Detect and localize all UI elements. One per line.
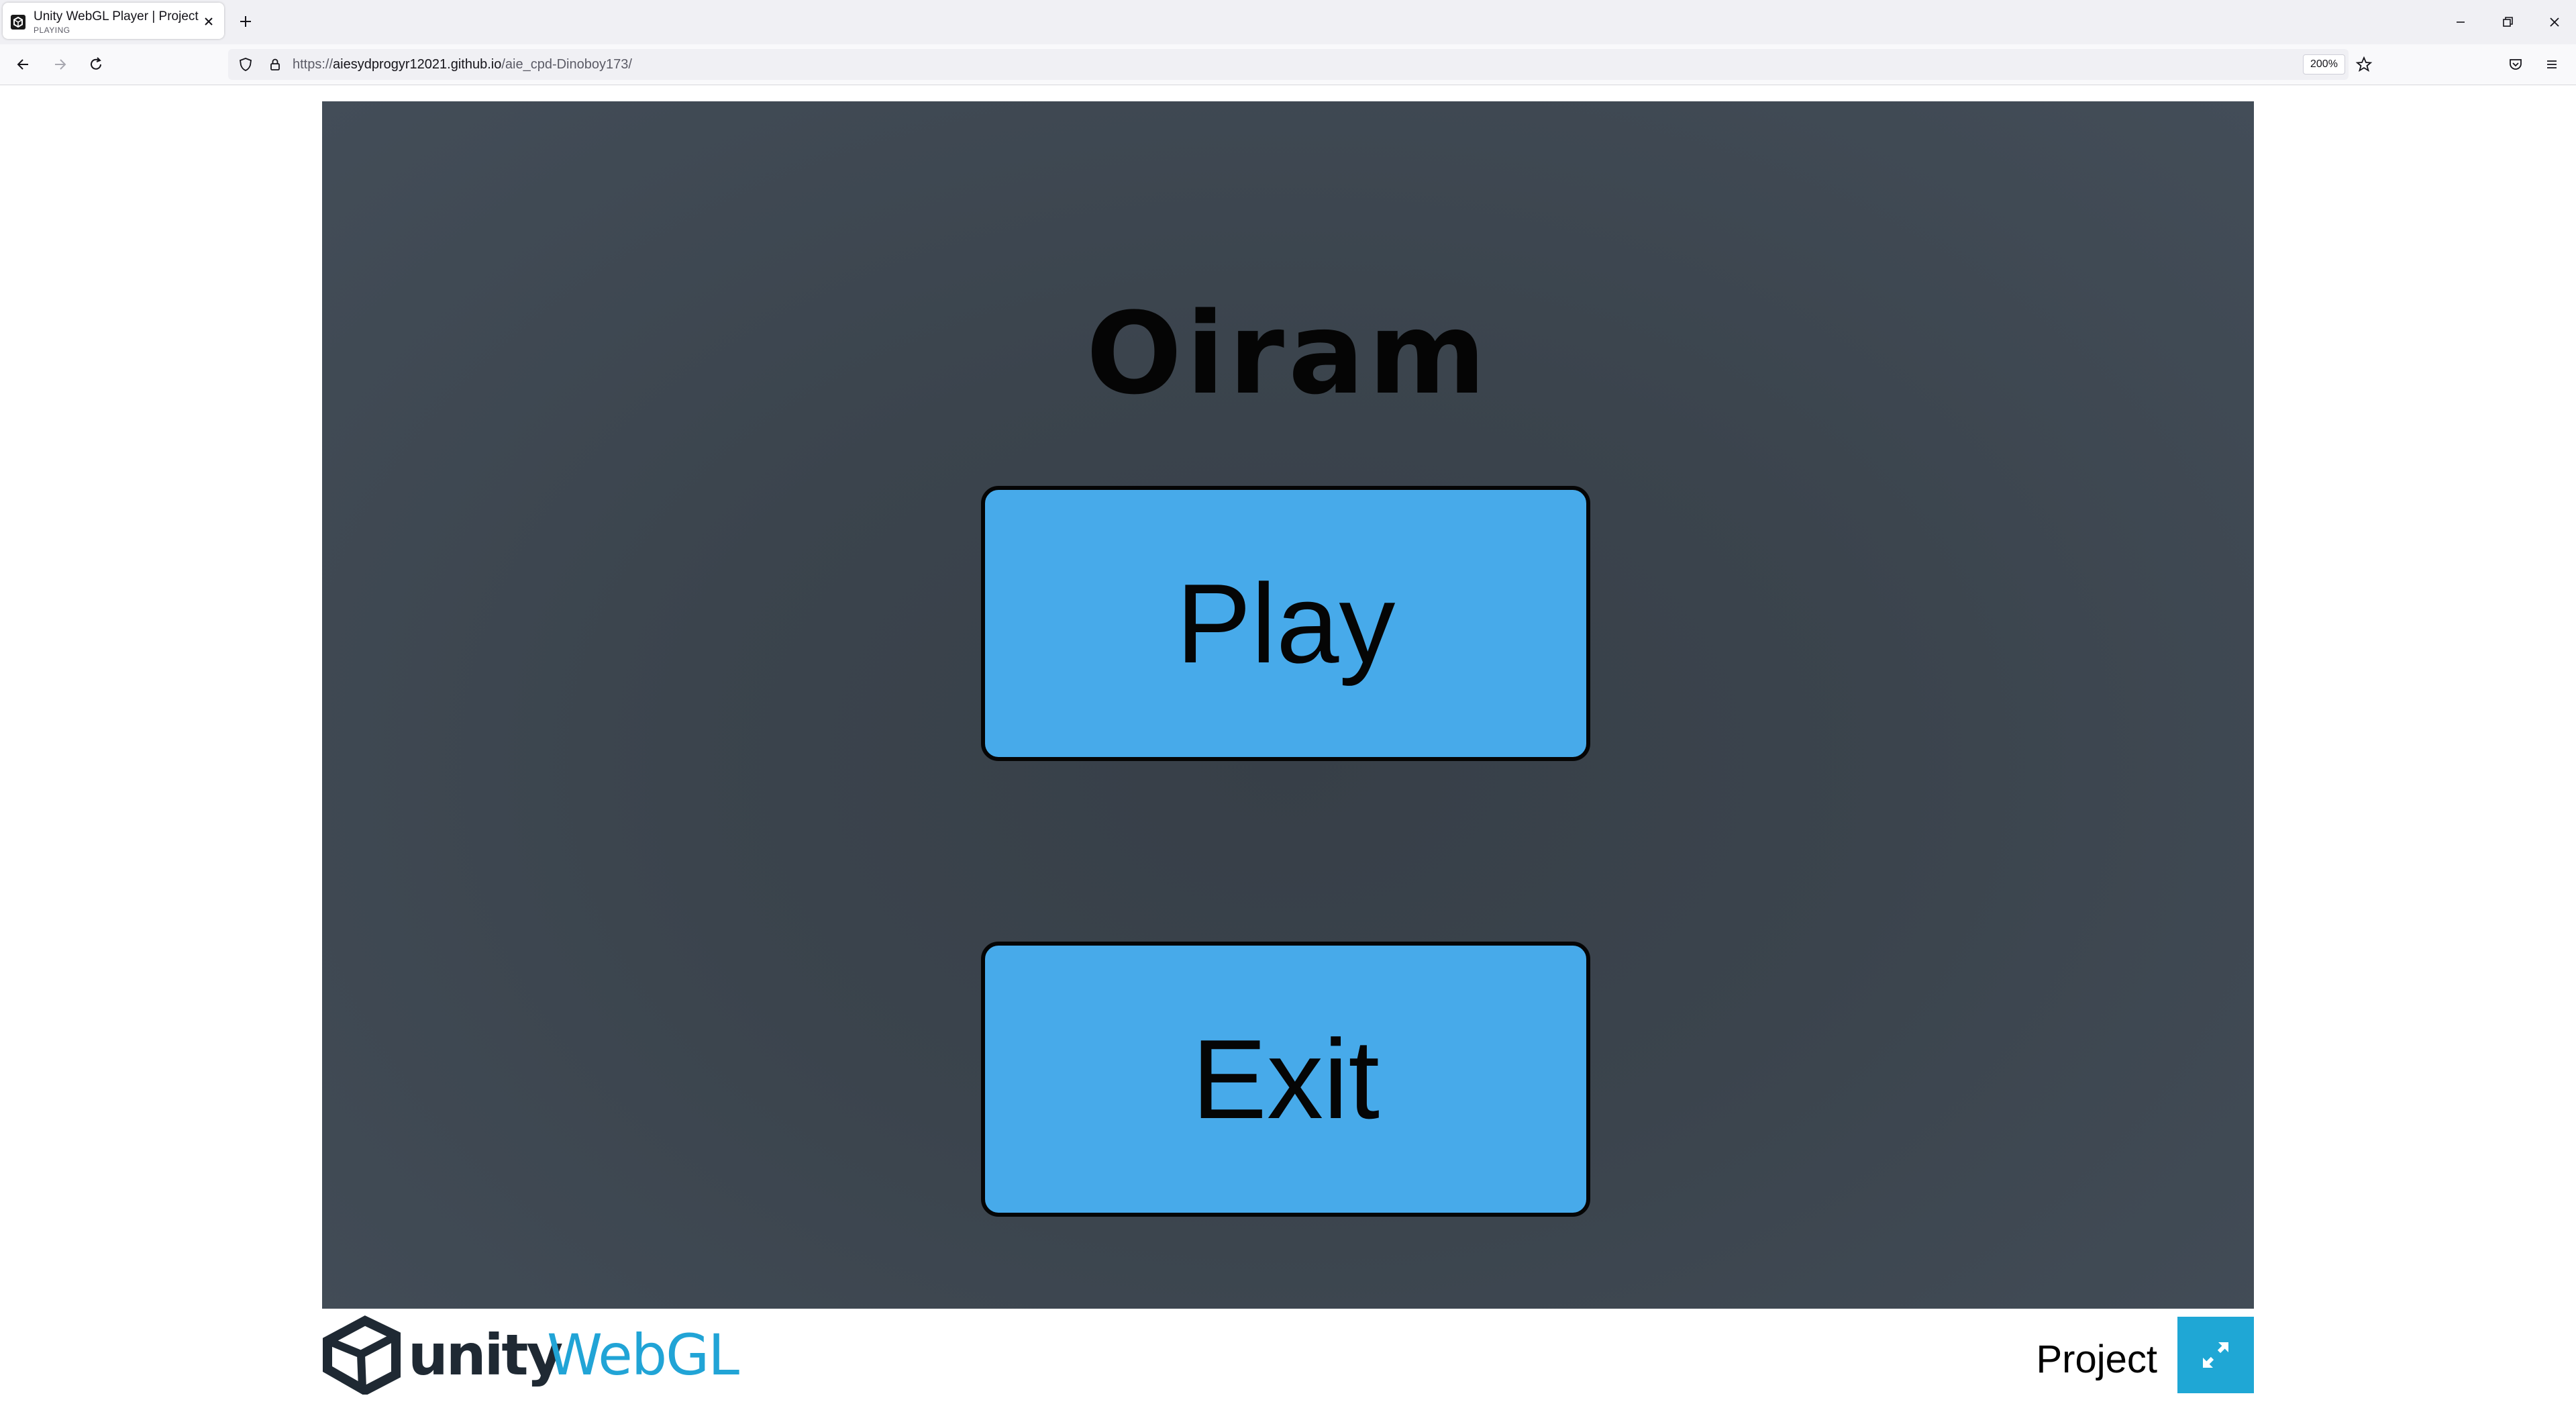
url-host: aiesydprogyr12021.github.io	[333, 57, 502, 72]
new-tab-icon[interactable]	[236, 12, 255, 31]
reload-icon[interactable]	[86, 54, 106, 74]
exit-button[interactable]: Exit	[981, 942, 1590, 1217]
unity-favicon-icon	[11, 15, 25, 30]
fullscreen-icon	[2203, 1342, 2228, 1368]
url-scheme: https://	[293, 57, 333, 72]
close-tab-icon[interactable]	[201, 13, 217, 30]
url-text[interactable]: https://aiesydprogyr12021.github.io/aie_…	[293, 57, 632, 72]
bookmark-star-icon[interactable]	[2355, 56, 2373, 73]
tab-strip: Unity WebGL Player | Project PLAYING	[0, 0, 2576, 44]
navigation-toolbar: https://aiesydprogyr12021.github.io/aie_…	[0, 44, 2576, 85]
minimize-icon[interactable]	[2451, 12, 2471, 32]
unity-logo-icon	[323, 1315, 401, 1395]
game-title: Oiram	[1086, 288, 1490, 419]
pocket-icon[interactable]	[2506, 54, 2526, 74]
play-button[interactable]: Play	[981, 486, 1590, 761]
webgl-footer: unity WebGL Project	[322, 1309, 2254, 1408]
back-icon[interactable]	[13, 54, 34, 74]
game-canvas[interactable]: Oiram Play Exit	[322, 101, 2254, 1309]
unity-wordmark: unity	[408, 1322, 563, 1388]
tab-subtitle: PLAYING	[34, 26, 70, 35]
menu-icon[interactable]	[2542, 54, 2562, 74]
browser-tab[interactable]: Unity WebGL Player | Project PLAYING	[3, 3, 224, 39]
zoom-level-button[interactable]: 200%	[2303, 54, 2345, 74]
close-window-icon[interactable]	[2544, 12, 2565, 32]
tab-title: Unity WebGL Player | Project	[34, 9, 199, 23]
lock-icon[interactable]	[267, 56, 283, 72]
webgl-wordmark: WebGL	[547, 1322, 739, 1388]
forward-icon[interactable]	[50, 54, 70, 74]
tracking-protection-shield-icon[interactable]	[238, 56, 254, 72]
project-title: Project	[2036, 1338, 2157, 1381]
fullscreen-button[interactable]	[2177, 1317, 2254, 1393]
address-bar[interactable]: https://aiesydprogyr12021.github.io/aie_…	[228, 49, 2373, 80]
url-path: /aie_cpd-Dinoboy173/	[501, 57, 632, 72]
restore-icon[interactable]	[2497, 12, 2518, 32]
